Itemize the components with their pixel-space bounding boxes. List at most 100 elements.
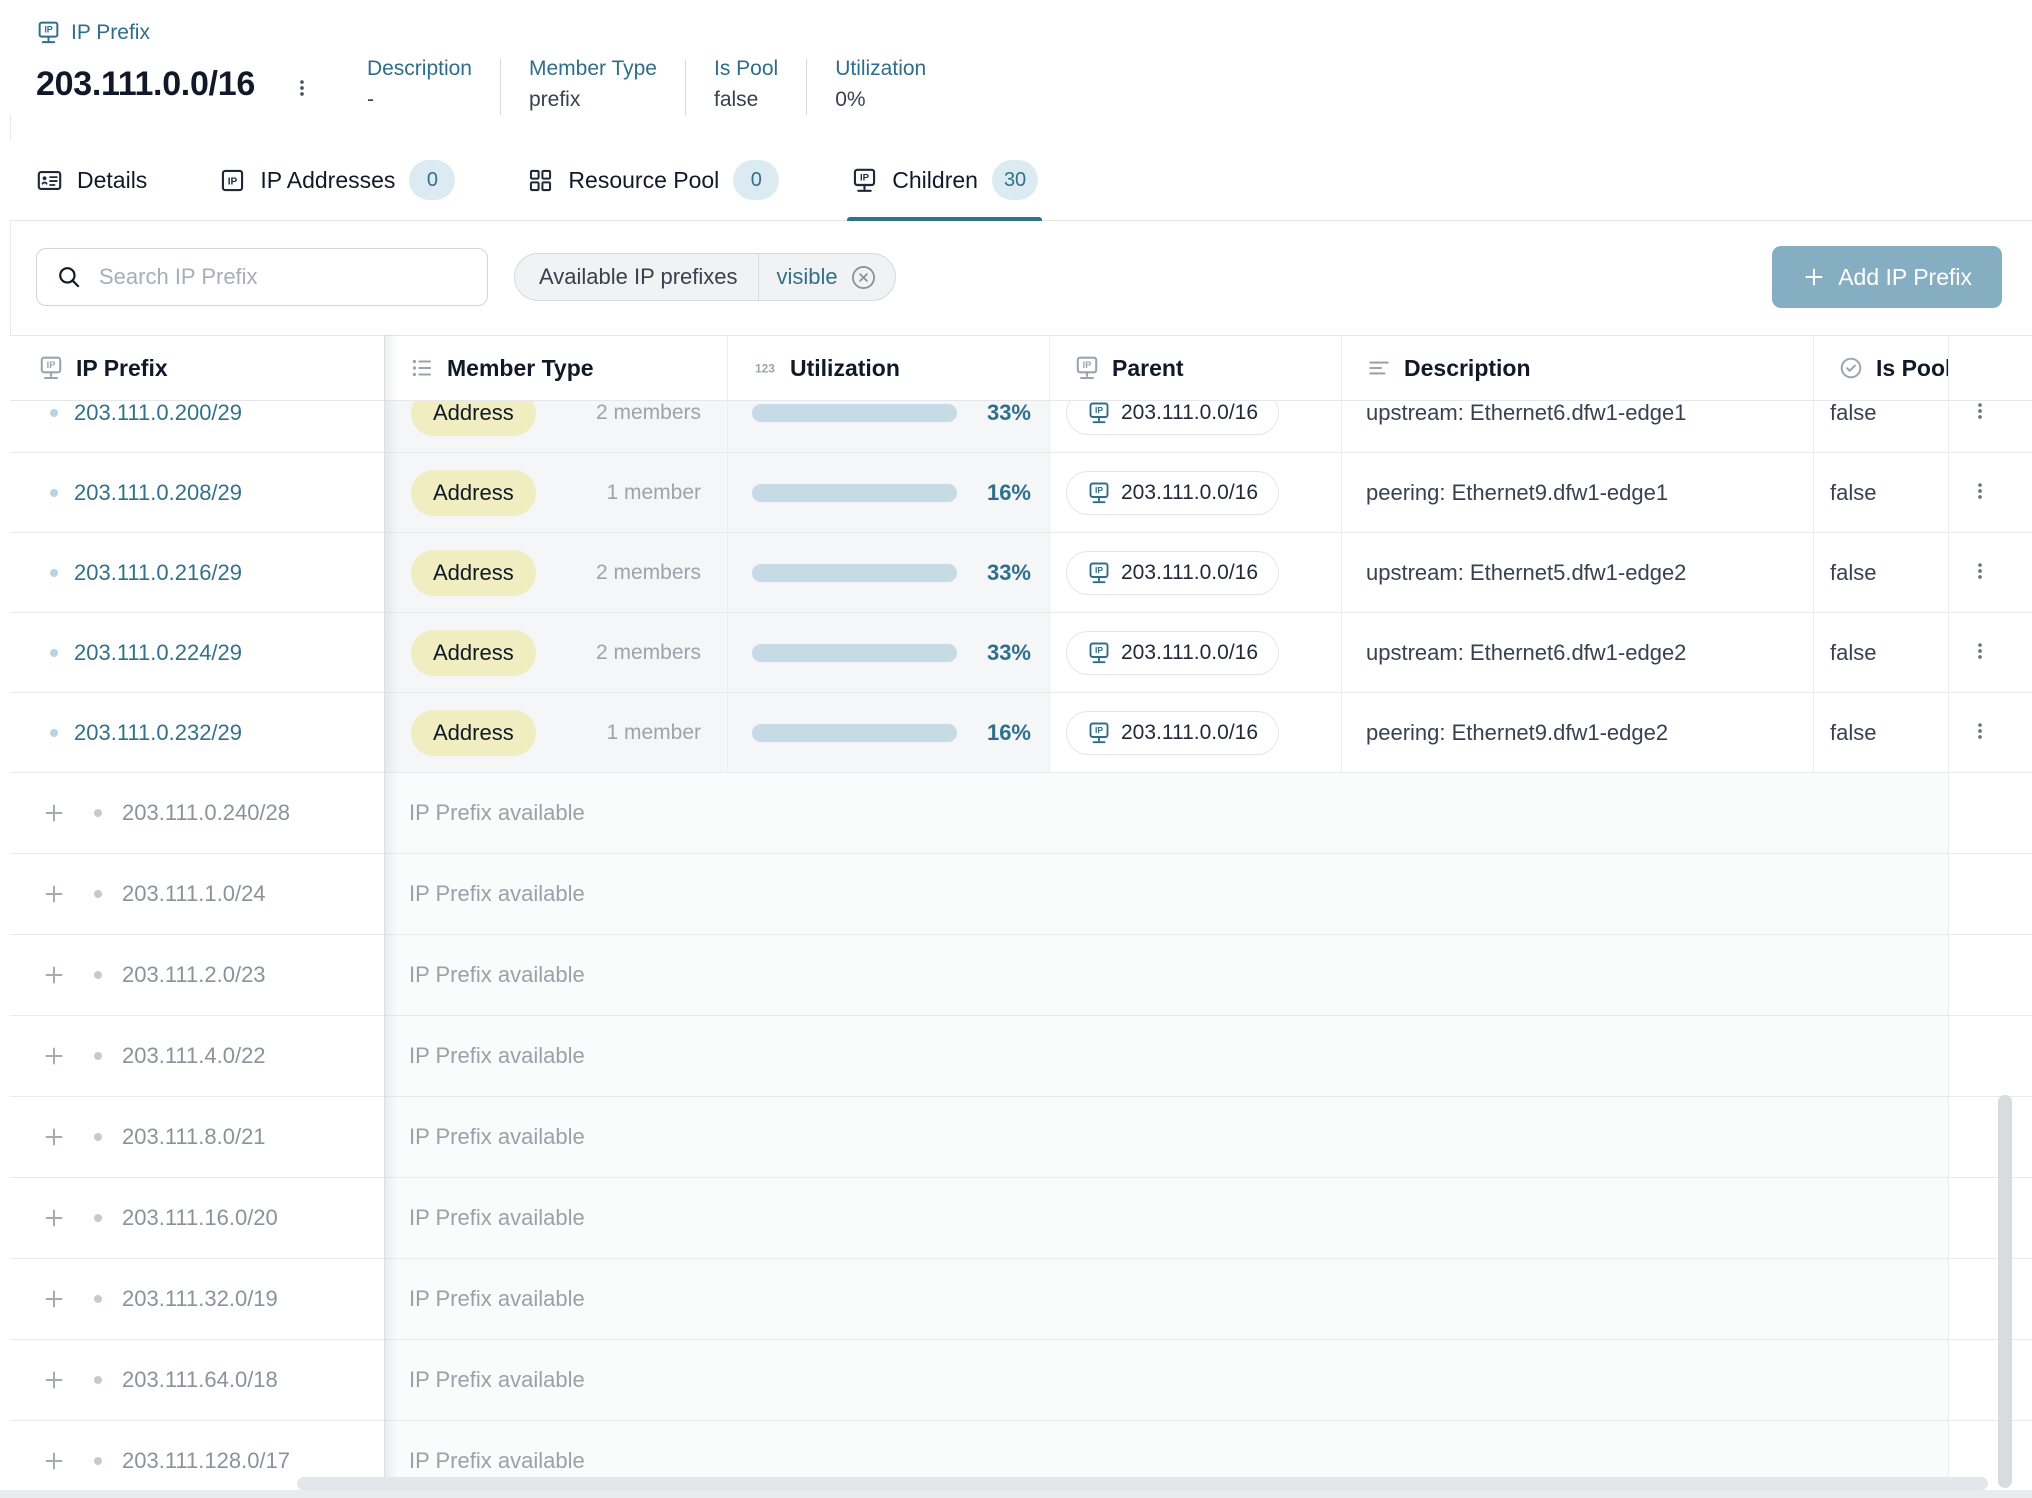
available-prefix-row: 203.111.0.240/28 IP Prefix available: [10, 773, 2032, 854]
utilization-percent: 16%: [987, 480, 1031, 506]
is-pool-cell: false: [1813, 613, 1948, 692]
column-header-ip-prefix[interactable]: IP Prefix: [10, 336, 384, 400]
status-bullet-icon: [50, 569, 58, 577]
status-bullet-icon: [50, 489, 58, 497]
member-type-badge: Address: [411, 550, 536, 596]
summary-fields: Description - Member Type prefix Is Pool…: [367, 57, 954, 115]
column-header-actions: [1948, 336, 2032, 400]
ip-prefix-link[interactable]: 203.111.0.216/29: [74, 560, 242, 586]
filter-chip-available-prefixes[interactable]: Available IP prefixes visible: [514, 253, 896, 301]
parent-prefix-chip[interactable]: 203.111.0.0/16: [1066, 551, 1279, 595]
member-count: 1 member: [606, 481, 701, 505]
horizontal-scrollbar[interactable]: [297, 1477, 1988, 1490]
add-prefix-plus-icon[interactable]: [42, 882, 66, 906]
column-header-utilization[interactable]: Utilization: [727, 336, 1049, 400]
status-bullet-icon: [94, 1376, 102, 1384]
ip-prefix-link[interactable]: 203.111.0.224/29: [74, 640, 242, 666]
available-prefix-label: 203.111.8.0/21: [122, 1124, 266, 1150]
breadcrumb[interactable]: IP Prefix: [36, 20, 2032, 45]
utilization-bar: [752, 404, 957, 422]
member-type-badge: Address: [411, 470, 536, 516]
utilization-cell: 33%: [727, 613, 1049, 692]
kebab-icon: [1969, 638, 1991, 664]
available-note-cell: IP Prefix available: [384, 854, 1948, 934]
parent-prefix-chip[interactable]: 203.111.0.0/16: [1066, 711, 1279, 755]
kebab-icon: [1969, 718, 1991, 744]
parent-prefix-label: 203.111.0.0/16: [1121, 401, 1258, 425]
tab-badge: 0: [733, 160, 779, 200]
search-box: [36, 248, 488, 306]
parent-cell: 203.111.0.0/16: [1049, 453, 1341, 532]
available-note-cell: IP Prefix available: [384, 1340, 1948, 1420]
ip-prefix-link[interactable]: 203.111.0.208/29: [74, 480, 242, 506]
close-circle-icon[interactable]: [850, 264, 877, 291]
search-input[interactable]: [36, 248, 488, 306]
actions-cell: [1948, 693, 2032, 772]
table-row: 203.111.0.224/29 Address 2 members 33% 2…: [10, 613, 2032, 693]
member-count: 2 members: [596, 561, 701, 585]
add-prefix-plus-icon[interactable]: [42, 1044, 66, 1068]
plus-icon: [1802, 265, 1826, 289]
filter-chip-value: visible: [777, 264, 838, 290]
add-prefix-plus-icon[interactable]: [42, 1206, 66, 1230]
available-prefix-row: 203.111.8.0/21 IP Prefix available: [10, 1097, 2032, 1178]
status-bullet-icon: [50, 729, 58, 737]
available-note-cell: IP Prefix available: [384, 1259, 1948, 1339]
tab-resource-pool[interactable]: Resource Pool 0: [527, 140, 779, 220]
add-ip-prefix-button[interactable]: Add IP Prefix: [1772, 246, 2002, 308]
add-prefix-plus-icon[interactable]: [42, 963, 66, 987]
ip-network-icon: [38, 355, 64, 381]
row-menu-button[interactable]: [1965, 474, 1995, 511]
add-prefix-plus-icon[interactable]: [42, 1368, 66, 1392]
utilization-percent: 33%: [987, 640, 1031, 666]
parent-prefix-chip[interactable]: 203.111.0.0/16: [1066, 631, 1279, 675]
available-prefix-label: 203.111.64.0/18: [122, 1367, 278, 1393]
tab-ip-addresses[interactable]: IP Addresses 0: [219, 140, 455, 220]
add-prefix-plus-icon[interactable]: [42, 1449, 66, 1473]
vertical-scrollbar-thumb[interactable]: [1998, 1095, 2012, 1488]
ip-network-icon: [1087, 561, 1111, 585]
parent-prefix-chip[interactable]: 203.111.0.0/16: [1066, 471, 1279, 515]
ip-network-icon: [1087, 721, 1111, 745]
status-bullet-icon: [94, 1295, 102, 1303]
add-prefix-plus-icon[interactable]: [42, 1287, 66, 1311]
add-prefix-plus-icon[interactable]: [42, 1125, 66, 1149]
actions-cell: [1948, 453, 2032, 532]
member-type-badge: Address: [411, 710, 536, 756]
breadcrumb-label[interactable]: IP Prefix: [71, 21, 150, 45]
available-prefix-row: 203.111.16.0/20 IP Prefix available: [10, 1178, 2032, 1259]
parent-cell: 203.111.0.0/16: [1049, 533, 1341, 612]
status-bullet-icon: [50, 409, 58, 417]
utilization-bar: [752, 564, 957, 582]
column-header-is-pool[interactable]: Is Pool: [1813, 336, 1948, 400]
row-menu-button[interactable]: [1965, 714, 1995, 751]
row-menu-button[interactable]: [1965, 554, 1995, 591]
title-menu-button[interactable]: [285, 69, 319, 110]
column-header-member-type[interactable]: Member Type: [384, 336, 727, 400]
tab-details[interactable]: Details: [36, 140, 147, 220]
available-prefix-label: 203.111.2.0/23: [122, 962, 266, 988]
available-note-cell: IP Prefix available: [384, 1097, 1948, 1177]
table-toolbar: Available IP prefixes visible Add IP Pre…: [10, 246, 2032, 308]
description-cell: upstream: Ethernet5.dfw1-edge2: [1341, 533, 1813, 612]
children-table: IP Prefix Member Type Utilization Parent…: [10, 335, 2032, 1498]
row-menu-button[interactable]: [1965, 634, 1995, 671]
ip-prefix-cell: 203.111.4.0/22: [10, 1016, 384, 1096]
available-prefix-row: 203.111.2.0/23 IP Prefix available: [10, 935, 2032, 1016]
column-header-description[interactable]: Description: [1341, 336, 1813, 400]
utilization-bar: [752, 484, 957, 502]
utilization-cell: 16%: [727, 453, 1049, 532]
kebab-icon: [1969, 398, 1991, 424]
utilization-bar: [752, 644, 957, 662]
ip-prefix-cell: 203.111.0.216/29: [10, 533, 384, 612]
parent-cell: 203.111.0.0/16: [1049, 693, 1341, 772]
column-header-parent[interactable]: Parent: [1049, 336, 1341, 400]
kebab-icon: [1969, 558, 1991, 584]
tab-children[interactable]: Children 30: [851, 140, 1038, 220]
ip-prefix-link[interactable]: 203.111.0.232/29: [74, 720, 242, 746]
list-icon: [409, 355, 435, 381]
add-prefix-plus-icon[interactable]: [42, 801, 66, 825]
ip-prefix-link[interactable]: 203.111.0.200/29: [74, 400, 242, 426]
member-type-cell: Address 1 member: [384, 453, 727, 532]
member-count: 2 members: [596, 401, 701, 425]
